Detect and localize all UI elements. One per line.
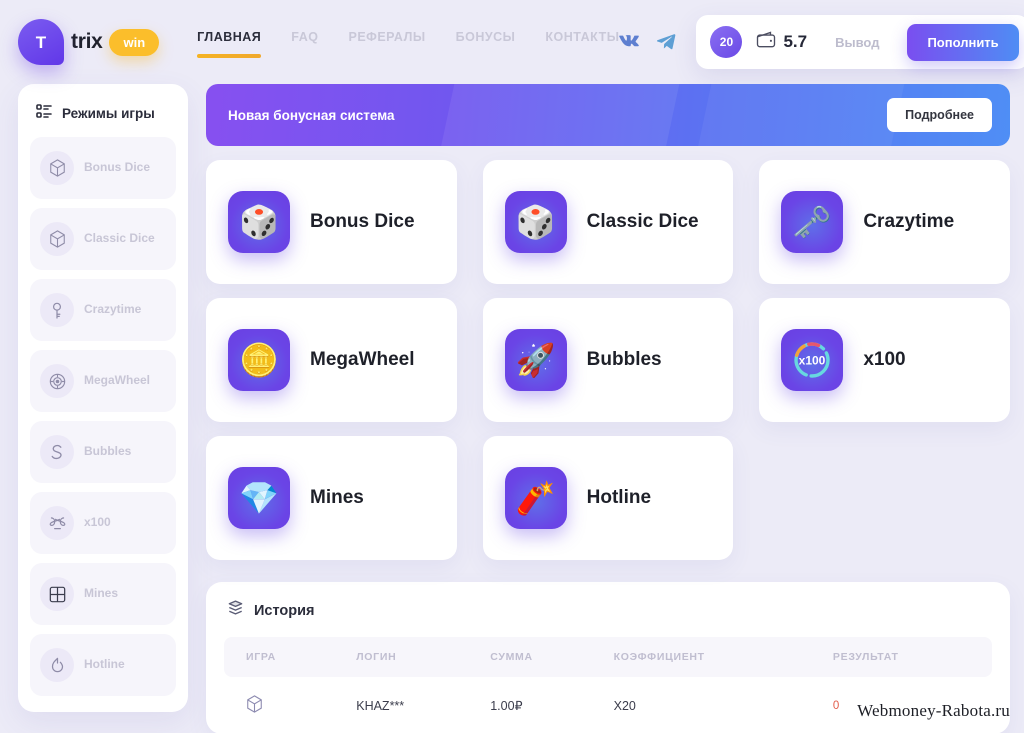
game-card-crazytime[interactable]: 🗝️ Crazytime xyxy=(759,160,1010,284)
bubble-s-icon xyxy=(40,435,74,469)
sidebar-item-label: Crazytime xyxy=(84,302,142,317)
sidebar-item-label: Bubbles xyxy=(84,444,132,459)
dynamite-icon: 🧨 xyxy=(504,467,567,529)
dice-icon: 🎲 xyxy=(504,191,567,253)
x100-ring-icon: x100 xyxy=(781,329,844,391)
x100-icon xyxy=(40,506,74,540)
sidebar-header: Режимы игры xyxy=(30,100,176,123)
watermark: Webmoney-Rabota.ru xyxy=(857,701,1010,720)
main-content: Новая бонусная система Подробнее 🎲 Bonus… xyxy=(206,84,1010,733)
column-header-amount[interactable]: СУММА xyxy=(480,637,604,677)
deposit-button[interactable]: Пополнить xyxy=(907,23,1019,61)
key-icon xyxy=(40,293,74,327)
diamond-icon: 💎 xyxy=(228,467,290,529)
sidebar-item-mines[interactable]: Mines xyxy=(30,563,176,625)
cell-coefficient: X20 xyxy=(613,698,636,713)
history-title: История xyxy=(254,602,315,619)
level-badge: 20 xyxy=(710,26,743,58)
logo[interactable]: T trix win xyxy=(18,19,160,65)
grid-mines-icon xyxy=(40,577,74,611)
social-links xyxy=(619,34,676,50)
main-nav: ГЛАВНАЯ FAQ РЕФЕРАЛЫ БОНУСЫ КОНТАКТЫ xyxy=(197,26,619,58)
game-card-label: x100 xyxy=(863,349,906,371)
game-card-label: Hotline xyxy=(586,487,652,509)
column-header-game[interactable]: ИГРА xyxy=(224,637,347,677)
game-card-label: Mines xyxy=(310,487,364,509)
history-table-head: ИГРА ЛОГИН СУММА КОЭФФИЦИЕНТ РЕЗУЛЬТАТ xyxy=(224,637,992,677)
key-icon: 🗝️ xyxy=(781,191,844,253)
game-card-bonus-dice[interactable]: 🎲 Bonus Dice xyxy=(206,160,457,284)
account-bar: 20 5.7 Вывод Пополнить xyxy=(696,15,1024,69)
svg-text:x100: x100 xyxy=(799,354,826,368)
sidebar-item-label: Mines xyxy=(84,586,119,601)
sidebar: Режимы игры Bonus Dice Classic Dice Craz… xyxy=(18,84,188,712)
nav-item-faq[interactable]: FAQ xyxy=(291,26,318,58)
games-grid: 🎲 Bonus Dice 🎲 Classic Dice 🗝️ Crazytime… xyxy=(206,160,1010,560)
column-header-login[interactable]: ЛОГИН xyxy=(346,637,481,677)
balance-value: 5.7 xyxy=(783,32,808,51)
column-header-result[interactable]: РЕЗУЛЬТАТ xyxy=(822,637,992,677)
wallet-icon xyxy=(756,31,776,53)
game-card-mines[interactable]: 💎 Mines xyxy=(206,436,457,560)
vk-icon[interactable] xyxy=(619,35,640,49)
nav-item-home[interactable]: ГЛАВНАЯ xyxy=(197,26,262,58)
game-card-hotline[interactable]: 🧨 Hotline xyxy=(482,436,734,560)
layers-icon xyxy=(228,600,243,621)
dice-hexagon-icon xyxy=(40,151,74,185)
balance[interactable]: 5.7 xyxy=(756,31,807,53)
coin-wheel-icon: 🪙 xyxy=(228,329,290,391)
game-card-classic-dice[interactable]: 🎲 Classic Dice xyxy=(482,160,734,284)
sidebar-item-label: Hotline xyxy=(84,657,125,672)
app-header: T trix win ГЛАВНАЯ FAQ РЕФЕРАЛЫ БОНУСЫ К… xyxy=(0,0,1024,84)
game-card-label: Classic Dice xyxy=(586,211,699,233)
cell-amount: 1.00₽ xyxy=(490,699,523,713)
promo-banner-title: Новая бонусная система xyxy=(228,107,395,123)
promo-banner[interactable]: Новая бонусная система Подробнее xyxy=(206,84,1010,146)
sidebar-item-hotline[interactable]: Hotline xyxy=(30,634,176,696)
cell-game xyxy=(224,677,346,733)
logo-win-pill: win xyxy=(109,28,160,56)
sidebar-item-x100[interactable]: x100 xyxy=(30,492,176,554)
sidebar-title: Режимы игры xyxy=(62,106,155,121)
table-header-row: ИГРА ЛОГИН СУММА КОЭФФИЦИЕНТ РЕЗУЛЬТАТ xyxy=(224,637,992,677)
game-card-x100[interactable]: x100 x100 xyxy=(759,298,1010,422)
promo-banner-button[interactable]: Подробнее xyxy=(887,98,992,132)
dice-icon: 🎲 xyxy=(228,191,290,253)
game-card-label: Bonus Dice xyxy=(310,211,415,233)
sidebar-item-bonus-dice[interactable]: Bonus Dice xyxy=(30,137,176,199)
sidebar-item-label: MegaWheel xyxy=(84,373,151,388)
flame-icon xyxy=(40,648,74,682)
nav-item-bonuses[interactable]: БОНУСЫ xyxy=(456,26,516,58)
game-card-megawheel[interactable]: 🪙 MegaWheel xyxy=(206,298,457,422)
dice-hexagon-icon xyxy=(40,222,74,256)
logo-text: trix xyxy=(71,30,103,53)
page-layout: Режимы игры Bonus Dice Classic Dice Craz… xyxy=(0,84,1024,733)
list-menu-icon xyxy=(36,104,52,123)
history-header: История xyxy=(224,600,992,621)
logo-mark-icon: T xyxy=(18,19,64,65)
telegram-icon[interactable] xyxy=(657,34,676,50)
header-right: 20 5.7 Вывод Пополнить xyxy=(619,15,1024,69)
nav-item-referrals[interactable]: РЕФЕРАЛЫ xyxy=(349,26,426,58)
withdraw-button[interactable]: Вывод xyxy=(821,26,893,59)
sidebar-item-classic-dice[interactable]: Classic Dice xyxy=(30,208,176,270)
sidebar-item-megawheel[interactable]: MegaWheel xyxy=(30,350,176,412)
rocket-icon: 🚀 xyxy=(504,329,567,391)
sidebar-item-crazytime[interactable]: Crazytime xyxy=(30,279,176,341)
game-card-label: MegaWheel xyxy=(310,349,415,371)
logo-mark-letter: T xyxy=(35,32,47,52)
sidebar-item-label: Classic Dice xyxy=(84,231,155,246)
sidebar-item-label: Bonus Dice xyxy=(84,160,151,175)
column-header-coefficient[interactable]: КОЭФФИЦИЕНТ xyxy=(603,637,823,677)
nav-item-contacts[interactable]: КОНТАКТЫ xyxy=(545,26,619,58)
game-card-label: Bubbles xyxy=(586,349,662,371)
cell-login: KHAZ*** xyxy=(356,698,405,713)
sidebar-item-label: x100 xyxy=(84,515,111,530)
dice-hexagon-icon xyxy=(246,695,263,716)
game-card-label: Crazytime xyxy=(863,211,955,233)
game-card-bubbles[interactable]: 🚀 Bubbles xyxy=(482,298,734,422)
wheel-icon xyxy=(40,364,74,398)
sidebar-item-bubbles[interactable]: Bubbles xyxy=(30,421,176,483)
